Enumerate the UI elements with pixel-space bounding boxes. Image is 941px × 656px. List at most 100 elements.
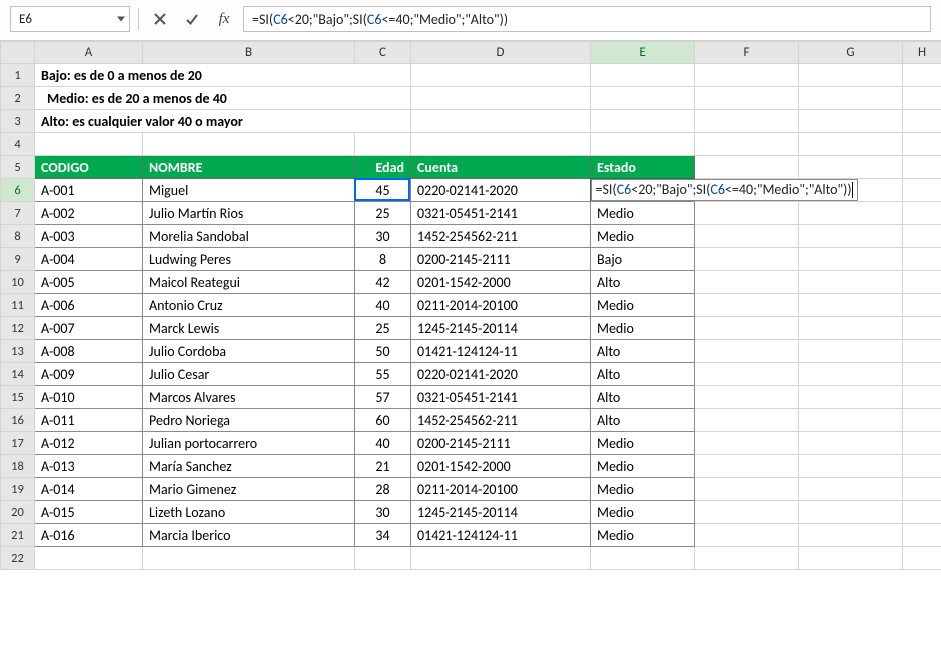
- cell-empty[interactable]: [903, 432, 941, 455]
- cell-empty[interactable]: [799, 294, 903, 317]
- cell-empty[interactable]: [695, 501, 799, 524]
- note-bajo[interactable]: Bajo: es de 0 a menos de 20: [35, 64, 411, 87]
- grid[interactable]: A B C D E F G H 1 Bajo: es de 0 a menos …: [0, 41, 941, 570]
- cell-codigo[interactable]: A-007: [35, 317, 143, 340]
- cell-empty[interactable]: [143, 547, 355, 570]
- cell-empty[interactable]: [695, 524, 799, 547]
- cell-empty[interactable]: [903, 340, 941, 363]
- cell-cuenta[interactable]: 1452-254562-211: [411, 225, 591, 248]
- cell-empty[interactable]: [695, 317, 799, 340]
- row-header[interactable]: 1: [1, 64, 35, 87]
- cell-codigo[interactable]: A-012: [35, 432, 143, 455]
- cell-codigo[interactable]: A-001: [35, 179, 143, 202]
- cell-empty[interactable]: [903, 317, 941, 340]
- cell-estado[interactable]: Alto: [591, 409, 695, 432]
- cell-cuenta[interactable]: 0200-2145-2111: [411, 248, 591, 271]
- cell-empty[interactable]: [355, 547, 411, 570]
- cell-empty[interactable]: [799, 271, 903, 294]
- col-header-B[interactable]: B: [143, 42, 355, 64]
- cell-estado[interactable]: Alto: [591, 363, 695, 386]
- row-header[interactable]: 10: [1, 271, 35, 294]
- cell-empty[interactable]: [903, 294, 941, 317]
- cell-codigo[interactable]: A-014: [35, 478, 143, 501]
- cell-empty[interactable]: [695, 386, 799, 409]
- cell-empty[interactable]: [903, 248, 941, 271]
- cell-codigo[interactable]: A-006: [35, 294, 143, 317]
- cell-codigo[interactable]: A-011: [35, 409, 143, 432]
- cell-edad[interactable]: 45: [355, 179, 411, 202]
- cell-codigo[interactable]: A-002: [35, 202, 143, 225]
- cell-empty[interactable]: [35, 547, 143, 570]
- cell-empty[interactable]: [903, 501, 941, 524]
- cell-nombre[interactable]: Julian portocarrero: [143, 432, 355, 455]
- row-header[interactable]: 4: [1, 133, 35, 156]
- cell-estado[interactable]: Medio: [591, 225, 695, 248]
- row-header[interactable]: 12: [1, 317, 35, 340]
- cell-empty[interactable]: [695, 340, 799, 363]
- cell-empty[interactable]: [799, 248, 903, 271]
- cell-cuenta[interactable]: 0211-2014-20100: [411, 478, 591, 501]
- cell-nombre[interactable]: Pedro Noriega: [143, 409, 355, 432]
- row-header[interactable]: 21: [1, 524, 35, 547]
- cell-codigo[interactable]: A-010: [35, 386, 143, 409]
- row-header[interactable]: 19: [1, 478, 35, 501]
- cell-nombre[interactable]: Miguel: [143, 179, 355, 202]
- cell-empty[interactable]: [695, 432, 799, 455]
- cell-empty[interactable]: [799, 340, 903, 363]
- cell-estado[interactable]: Medio: [591, 202, 695, 225]
- cell-empty[interactable]: [903, 179, 941, 202]
- row-header[interactable]: 11: [1, 294, 35, 317]
- cell-empty[interactable]: [799, 547, 903, 570]
- note-medio[interactable]: Medio: es de 20 a menos de 40: [35, 87, 411, 110]
- cell-codigo[interactable]: A-016: [35, 524, 143, 547]
- cell-empty[interactable]: [695, 409, 799, 432]
- cell-nombre[interactable]: Julio Cordoba: [143, 340, 355, 363]
- row-header[interactable]: 8: [1, 225, 35, 248]
- cell-nombre[interactable]: Marck Lewis: [143, 317, 355, 340]
- col-header-G[interactable]: G: [799, 42, 903, 64]
- col-header-F[interactable]: F: [695, 42, 799, 64]
- cell-empty[interactable]: [799, 386, 903, 409]
- cell-empty[interactable]: [903, 547, 941, 570]
- row-header[interactable]: 18: [1, 455, 35, 478]
- cell-empty[interactable]: [591, 547, 695, 570]
- cell-edad[interactable]: 25: [355, 202, 411, 225]
- cell-empty[interactable]: [695, 248, 799, 271]
- cell-cuenta[interactable]: 01421-124124-11: [411, 524, 591, 547]
- cell-edit-overlay[interactable]: =SI(C6<20;"Bajo";SI(C6<=40;"Medio";"Alto…: [591, 179, 858, 201]
- row-header[interactable]: 7: [1, 202, 35, 225]
- cell-cuenta[interactable]: 0321-05451-2141: [411, 386, 591, 409]
- col-header-E[interactable]: E: [591, 42, 695, 64]
- cell-empty[interactable]: [903, 409, 941, 432]
- cell-edad[interactable]: 30: [355, 501, 411, 524]
- cell-cuenta[interactable]: 0200-2145-2111: [411, 432, 591, 455]
- cell-nombre[interactable]: Marcia Iberico: [143, 524, 355, 547]
- cell-empty[interactable]: [799, 317, 903, 340]
- col-header-D[interactable]: D: [411, 42, 591, 64]
- cell-codigo[interactable]: A-003: [35, 225, 143, 248]
- formula-input[interactable]: =SI(C6<20;"Bajo";SI(C6<=40;"Medio";"Alto…: [243, 6, 931, 32]
- cell-estado[interactable]: Medio: [591, 432, 695, 455]
- cell-empty[interactable]: [799, 478, 903, 501]
- cell-nombre[interactable]: María Sanchez: [143, 455, 355, 478]
- note-alto[interactable]: Alto: es cualquier valor 40 o mayor: [35, 110, 411, 133]
- th-edad[interactable]: Edad: [355, 156, 411, 179]
- cell-estado[interactable]: Bajo: [591, 248, 695, 271]
- cell-empty[interactable]: [799, 409, 903, 432]
- cell-estado[interactable]: Medio: [591, 524, 695, 547]
- cell-empty[interactable]: [411, 547, 591, 570]
- cell-edad[interactable]: 21: [355, 455, 411, 478]
- cell-edad[interactable]: 55: [355, 363, 411, 386]
- cell-cuenta[interactable]: 0201-1542-2000: [411, 271, 591, 294]
- row-header[interactable]: 6: [1, 179, 35, 202]
- cell-empty[interactable]: [799, 363, 903, 386]
- cell-edad[interactable]: 30: [355, 225, 411, 248]
- cell-estado[interactable]: Alto: [591, 340, 695, 363]
- cell-nombre[interactable]: Marcos Alvares: [143, 386, 355, 409]
- chevron-down-icon[interactable]: [117, 17, 125, 22]
- row-header[interactable]: 17: [1, 432, 35, 455]
- cell-codigo[interactable]: A-008: [35, 340, 143, 363]
- fx-icon[interactable]: fx: [211, 6, 237, 32]
- cell-empty[interactable]: [903, 524, 941, 547]
- cell-nombre[interactable]: Julio Cesar: [143, 363, 355, 386]
